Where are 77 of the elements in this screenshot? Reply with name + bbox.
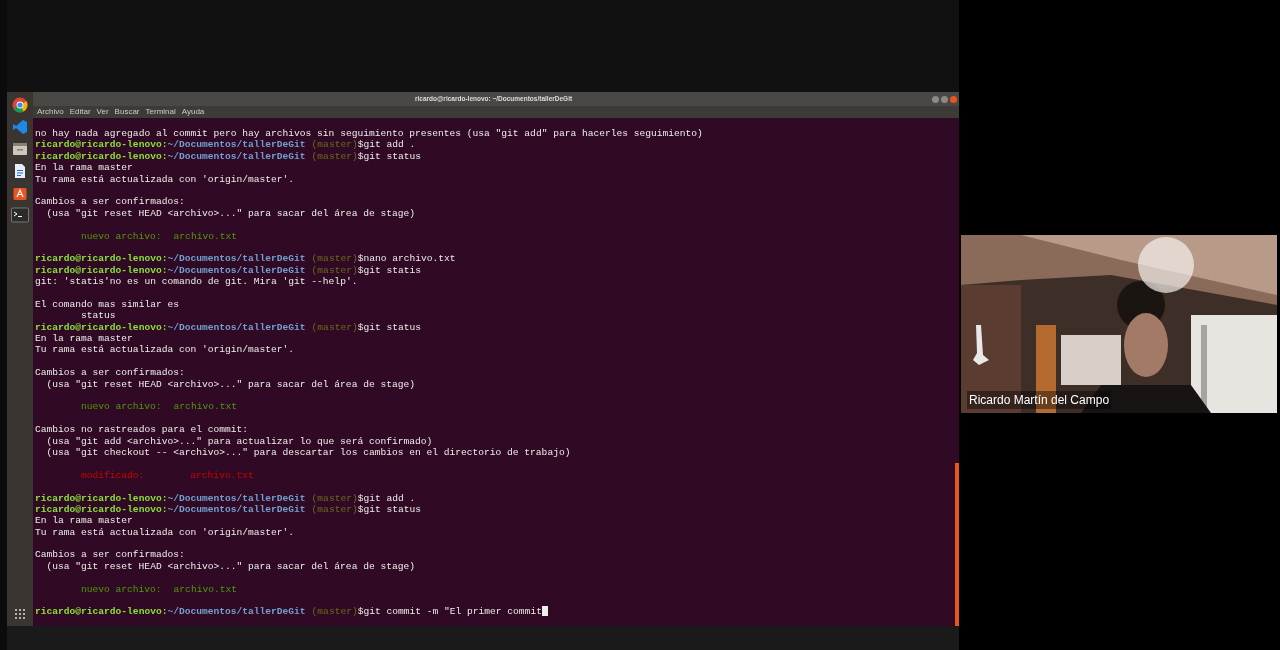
prompt-path: ~/Documentos/tallerDeGit bbox=[167, 321, 306, 334]
menu-item[interactable]: Terminal bbox=[145, 107, 176, 117]
prompt-path: ~/Documentos/tallerDeGit bbox=[167, 606, 306, 618]
shopping-bag-icon[interactable] bbox=[12, 185, 28, 201]
file-status: modificado: bbox=[81, 469, 145, 482]
menu-item[interactable]: Ayuda bbox=[181, 107, 205, 117]
prompt-path: ~/Documentos/tallerDeGit bbox=[167, 503, 306, 516]
document-icon[interactable] bbox=[12, 163, 28, 179]
prompt-user: ricardo@ricardo-lenovo: bbox=[35, 492, 168, 504]
prompt-path: ~/Documentos/tallerDeGit bbox=[167, 492, 306, 504]
prompt-branch: (master) bbox=[311, 150, 358, 163]
prompt-branch: (master) bbox=[311, 253, 358, 265]
file-status: nuevo archivo: bbox=[81, 230, 162, 242]
menu-item[interactable]: Ver bbox=[96, 107, 109, 117]
file-name: archivo.txt bbox=[173, 401, 237, 413]
output-line: (usa "git add <archivo>..." para actualizar lo que será confirmado) bbox=[46, 435, 433, 447]
command-text: $git statis bbox=[357, 264, 421, 277]
file-status: nuevo archivo: bbox=[81, 583, 162, 595]
close-button[interactable] bbox=[950, 95, 957, 103]
output-line: En la rama master bbox=[35, 515, 133, 527]
output-line: Cambios a ser confirmados: bbox=[35, 196, 185, 208]
code-editor-icon[interactable] bbox=[12, 119, 28, 135]
output-line: Cambios no rastreados para el commit: bbox=[35, 424, 249, 436]
output-line: Tu rama está actualizada con 'origin/master'. bbox=[35, 173, 295, 185]
file-name: archivo.txt bbox=[190, 469, 254, 482]
output-line: (usa "git checkout -- <archivo>..." para descartar los cambios en el directorio de trabajo) bbox=[46, 446, 571, 459]
prompt-branch: (master) bbox=[311, 264, 358, 277]
command-text: $git add . bbox=[357, 492, 416, 504]
file-cabinet-icon[interactable] bbox=[12, 141, 28, 157]
prompt-user: ricardo@ricardo-lenovo: bbox=[35, 606, 168, 618]
prompt-branch: (master) bbox=[311, 492, 358, 504]
output-line: Cambios a ser confirmados: bbox=[35, 549, 185, 561]
output-line: no hay nada agregado al commit pero hay archivos sin seguimiento presentes (usa "git add" para hacerles seguimiento) bbox=[35, 128, 703, 140]
file-name: archivo.txt bbox=[173, 230, 237, 242]
output-line: Tu rama está actualizada con 'origin/master'. bbox=[35, 344, 295, 356]
output-line: (usa "git reset HEAD <archivo>..." para sacar del área de stage) bbox=[46, 207, 415, 220]
prompt-branch: (master) bbox=[311, 139, 358, 151]
prompt-path: ~/Documentos/tallerDeGit bbox=[167, 253, 306, 265]
scrollbar[interactable] bbox=[955, 463, 959, 626]
prompt-path: ~/Documentos/tallerDeGit bbox=[167, 150, 306, 163]
command-text: $git add . bbox=[357, 139, 416, 151]
output-line: Cambios a ser confirmados: bbox=[35, 367, 185, 379]
browser-icon[interactable] bbox=[12, 97, 28, 113]
prompt-path: ~/Documentos/tallerDeGit bbox=[167, 264, 306, 277]
maximize-button[interactable] bbox=[941, 95, 948, 103]
prompt-user: ricardo@ricardo-lenovo: bbox=[35, 253, 168, 265]
output-line: El comando mas similar es bbox=[35, 298, 179, 311]
prompt-user: ricardo@ricardo-lenovo: bbox=[35, 150, 168, 163]
output-line: (usa "git reset HEAD <archivo>..." para sacar del área de stage) bbox=[46, 378, 415, 390]
command-text: $git status bbox=[357, 150, 421, 163]
output-line: (usa "git reset HEAD <archivo>..." para sacar del área de stage) bbox=[46, 560, 415, 573]
prompt-user: ricardo@ricardo-lenovo: bbox=[35, 264, 168, 277]
terminal-icon[interactable] bbox=[11, 207, 29, 223]
prompt-user: ricardo@ricardo-lenovo: bbox=[35, 139, 168, 151]
command-text: $git commit -m "El primer commit bbox=[357, 606, 542, 618]
prompt-branch: (master) bbox=[311, 321, 358, 334]
command-text: $nano archivo.txt bbox=[357, 253, 456, 265]
file-status: nuevo archivo: bbox=[81, 401, 162, 413]
prompt-user: ricardo@ricardo-lenovo: bbox=[35, 321, 168, 334]
prompt-branch: (master) bbox=[311, 606, 358, 618]
prompt-path: ~/Documentos/tallerDeGit bbox=[167, 139, 306, 151]
command-text: $git status bbox=[357, 503, 421, 516]
output-line: En la rama master bbox=[35, 333, 133, 345]
app-grid-icon[interactable] bbox=[14, 608, 26, 620]
menu-item[interactable]: Buscar bbox=[114, 107, 140, 117]
prompt-branch: (master) bbox=[311, 503, 358, 516]
output-line: git: 'statis'no es un comando de git. Mira 'git --help'. bbox=[35, 276, 358, 288]
output-line: En la rama master bbox=[35, 162, 133, 174]
output-line: Tu rama está actualizada con 'origin/master'. bbox=[35, 526, 295, 539]
minimize-button[interactable] bbox=[932, 95, 939, 103]
command-text: $git status bbox=[357, 321, 421, 334]
output-line: status bbox=[81, 310, 116, 322]
menu-item[interactable]: Archivo bbox=[37, 107, 64, 117]
menu-item[interactable]: Editar bbox=[69, 107, 91, 117]
participant-name: Ricardo Martín del Campo bbox=[967, 391, 1112, 409]
prompt-user: ricardo@ricardo-lenovo: bbox=[35, 503, 168, 516]
file-name: archivo.txt bbox=[173, 583, 237, 595]
